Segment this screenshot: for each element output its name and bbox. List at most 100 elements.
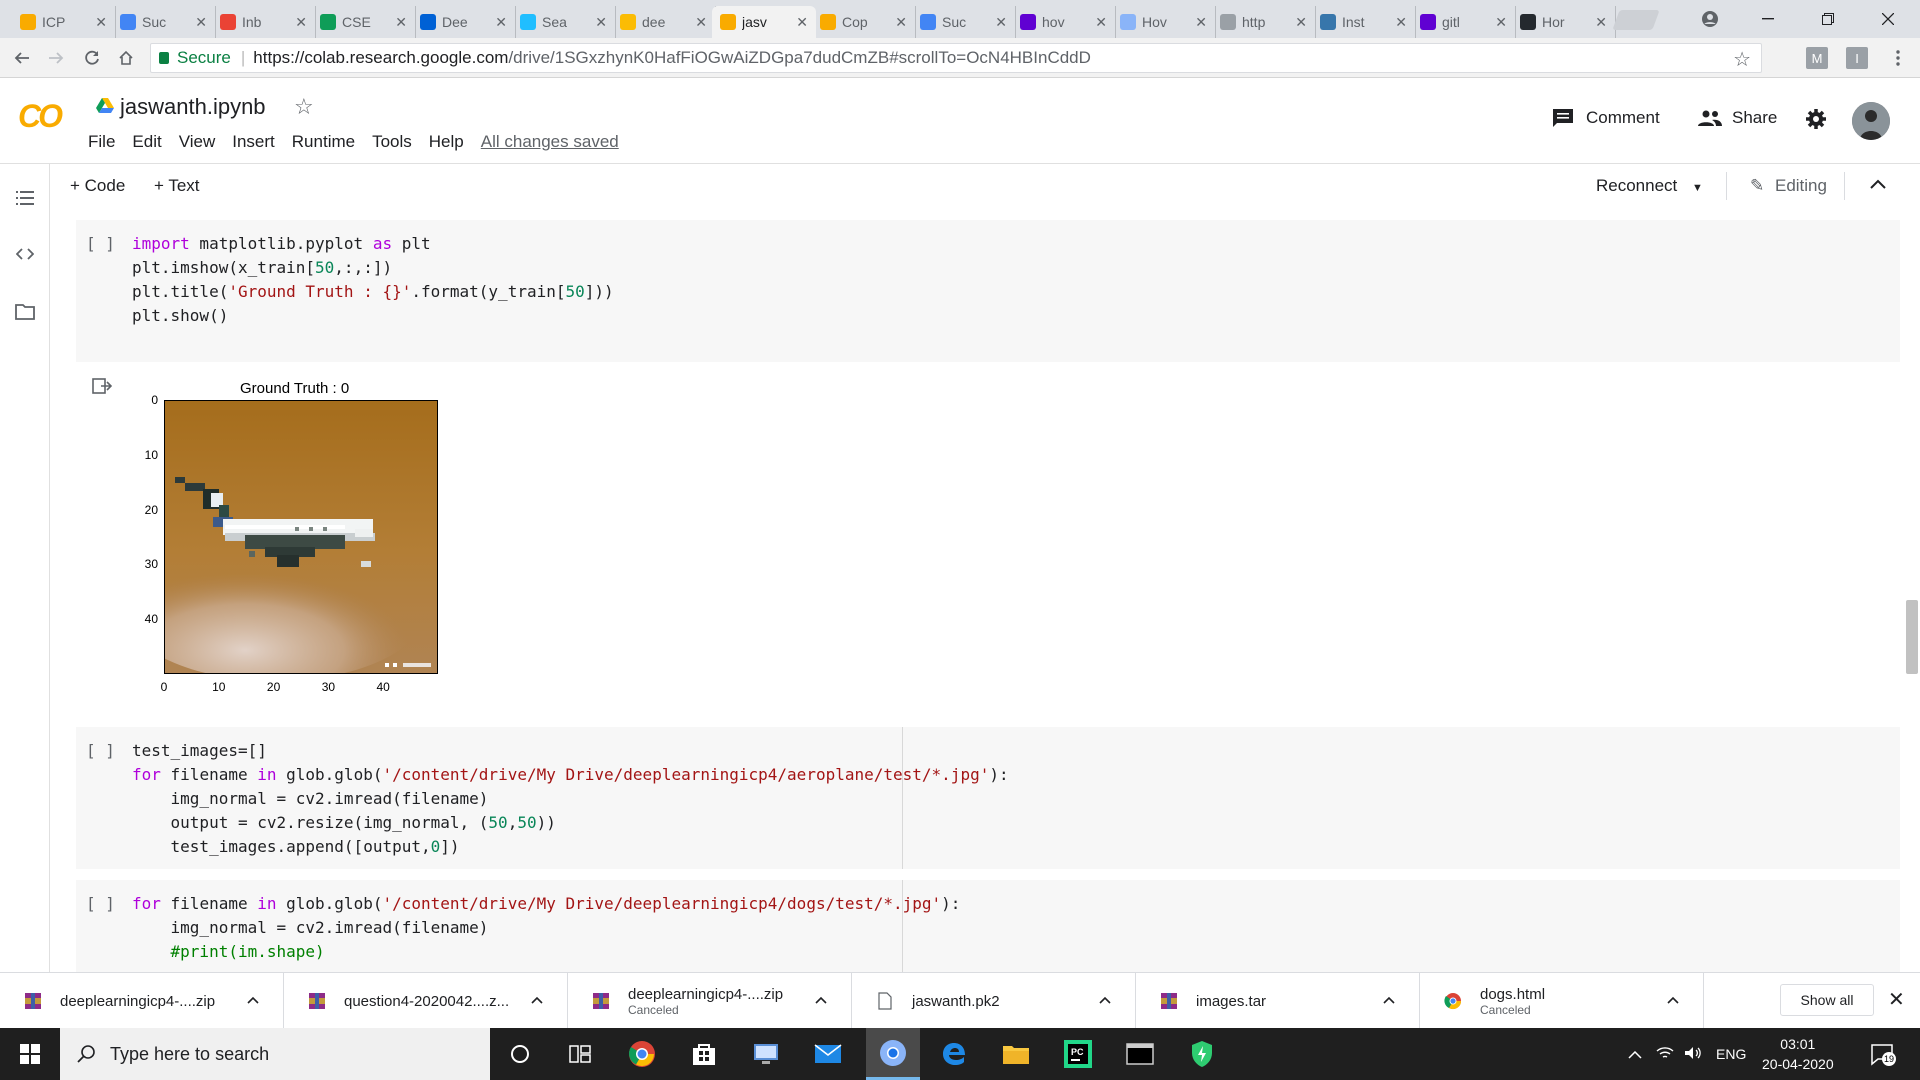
table-of-contents-icon[interactable] [14,188,36,208]
close-tab-icon[interactable]: ✕ [1195,14,1207,31]
file-explorer-icon[interactable] [1000,1038,1032,1070]
browser-tab[interactable]: CSE ✕ [312,6,416,38]
browser-tab[interactable]: Hov ✕ [1112,6,1216,38]
task-view-icon[interactable] [564,1038,596,1070]
download-item[interactable]: images.tar [1136,973,1420,1029]
close-tab-icon[interactable]: ✕ [1595,14,1607,31]
profile-icon[interactable] [1690,6,1730,32]
close-tab-icon[interactable]: ✕ [1395,14,1407,31]
close-tab-icon[interactable]: ✕ [1295,14,1307,31]
address-bar[interactable]: Secure | https://colab.research.google.c… [150,43,1762,73]
cortana-icon[interactable] [504,1038,536,1070]
close-tab-icon[interactable]: ✕ [695,14,707,31]
action-center-icon[interactable]: 19 [1870,1042,1896,1066]
taskbar-search-box[interactable]: Type here to search [60,1028,490,1080]
pycharm-icon[interactable]: PC [1062,1038,1094,1070]
star-icon[interactable]: ☆ [294,94,314,120]
browser-tab[interactable]: Sea ✕ [512,6,616,38]
browser-tab[interactable]: Inst ✕ [1312,6,1416,38]
menu-file[interactable]: File [88,132,115,152]
browser-tab[interactable]: dee ✕ [612,6,716,38]
close-tab-icon[interactable]: ✕ [995,14,1007,31]
remote-desktop-icon[interactable] [750,1038,782,1070]
browser-tab[interactable]: jasv ✕ [712,6,816,38]
close-tab-icon[interactable]: ✕ [195,14,207,31]
back-icon[interactable] [8,44,36,72]
wifi-icon[interactable] [1656,1046,1674,1063]
extension-m-icon[interactable]: M [1806,47,1828,69]
user-avatar[interactable] [1852,102,1890,140]
reconnect-button[interactable]: Reconnect ▼ [1596,176,1703,196]
download-item[interactable]: dogs.html Canceled [1420,973,1704,1029]
share-button[interactable]: Share [1698,108,1777,128]
colab-logo[interactable]: CO [18,98,63,135]
code-snippets-icon[interactable] [14,244,36,264]
chrome-taskbar-icon[interactable] [626,1038,658,1070]
download-options-chevron-icon[interactable] [1383,991,1395,1007]
output-actions-icon[interactable] [92,378,113,401]
code-editor[interactable]: import matplotlib.pyplot as plt plt.imsho… [132,232,614,328]
save-status[interactable]: All changes saved [481,132,619,152]
bookmark-star-icon[interactable]: ☆ [1733,47,1751,72]
collapse-header-icon[interactable] [1870,174,1886,194]
home-icon[interactable] [112,44,140,72]
download-options-chevron-icon[interactable] [247,991,259,1007]
volume-icon[interactable] [1684,1046,1702,1063]
menu-help[interactable]: Help [429,132,464,152]
code-editor[interactable]: test_images=[] for filename in glob.glob(… [132,739,1009,859]
language-indicator[interactable]: ENG [1716,1046,1746,1062]
comment-button[interactable]: Comment [1552,108,1660,128]
reload-icon[interactable] [78,44,106,72]
download-item[interactable]: jaswanth.pk2 [852,973,1136,1029]
store-icon[interactable] [688,1038,720,1070]
chrome-menu-icon[interactable] [1884,44,1912,72]
code-editor[interactable]: for filename in glob.glob('/content/driv… [132,892,960,964]
extension-i-icon[interactable]: I [1846,47,1868,69]
browser-tab[interactable]: Suc ✕ [112,6,216,38]
edge-icon[interactable] [938,1038,970,1070]
notebook-title[interactable]: jaswanth.ipynb [120,94,266,120]
show-all-downloads-button[interactable]: Show all [1780,984,1874,1016]
terminal-icon[interactable] [1124,1038,1156,1070]
run-cell-button[interactable]: [ ] [86,741,115,760]
download-options-chevron-icon[interactable] [1099,991,1111,1007]
security-shield-icon[interactable] [1186,1038,1218,1070]
tray-chevron-up-icon[interactable] [1628,1046,1642,1062]
browser-tab[interactable]: hov ✕ [1012,6,1116,38]
new-tab-button[interactable] [1612,10,1660,30]
menu-insert[interactable]: Insert [232,132,275,152]
close-tab-icon[interactable]: ✕ [796,14,808,31]
close-window-icon[interactable] [1868,6,1908,32]
code-cell[interactable]: [ ] test_images=[] for filename in glob.g… [76,727,1900,869]
close-tab-icon[interactable]: ✕ [1095,14,1107,31]
editing-mode-button[interactable]: ✎ Editing [1750,176,1827,196]
download-item[interactable]: deeplearningicp4-....zip Canceled [568,973,852,1029]
download-options-chevron-icon[interactable] [1667,991,1679,1007]
close-tab-icon[interactable]: ✕ [595,14,607,31]
close-tab-icon[interactable]: ✕ [295,14,307,31]
restore-icon[interactable] [1808,6,1848,32]
download-options-chevron-icon[interactable] [531,991,543,1007]
run-cell-button[interactable]: [ ] [86,234,115,253]
download-options-chevron-icon[interactable] [815,991,827,1007]
system-clock[interactable]: 03:01 20-04-2020 [1762,1034,1834,1074]
close-tab-icon[interactable]: ✕ [895,14,907,31]
browser-tab[interactable]: gitl ✕ [1412,6,1516,38]
close-tab-icon[interactable]: ✕ [495,14,507,31]
menu-runtime[interactable]: Runtime [292,132,355,152]
files-folder-icon[interactable] [14,302,36,322]
code-cell[interactable]: [ ] for filename in glob.glob('/content/… [76,880,1900,972]
mail-icon[interactable] [812,1038,844,1070]
add-code-button[interactable]: + Code [70,176,125,196]
menu-tools[interactable]: Tools [372,132,412,152]
add-text-button[interactable]: + Text [154,176,200,196]
browser-tab[interactable]: ICP ✕ [12,6,116,38]
browser-tab[interactable]: Hor ✕ [1512,6,1616,38]
windows-start-icon[interactable] [0,1028,60,1080]
close-tab-icon[interactable]: ✕ [95,14,107,31]
vertical-scrollbar[interactable] [1906,600,1918,674]
download-item[interactable]: question4-2020042....z... [284,973,568,1029]
browser-tab[interactable]: Cop ✕ [812,6,916,38]
download-item[interactable]: deeplearningicp4-....zip [0,973,284,1029]
menu-edit[interactable]: Edit [132,132,161,152]
